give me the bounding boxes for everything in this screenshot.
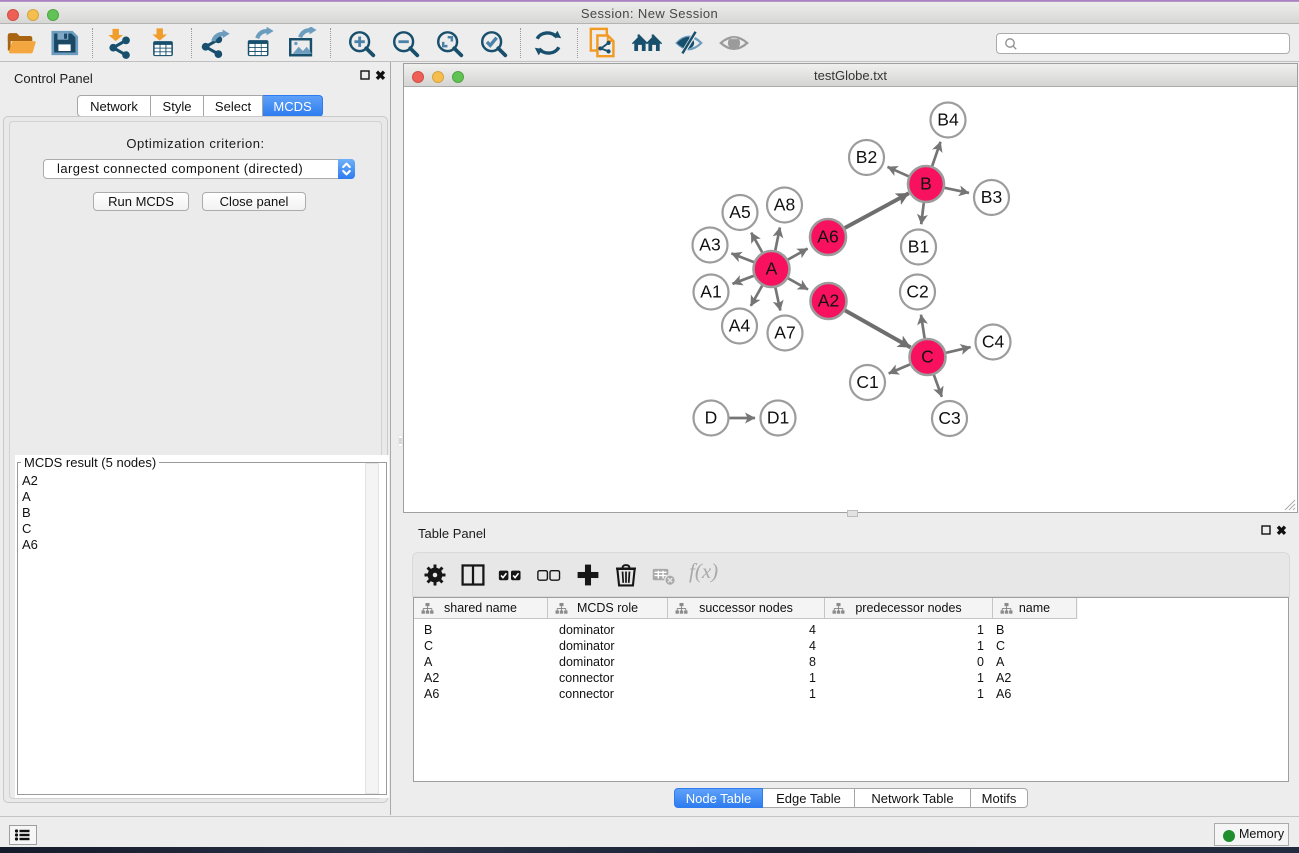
svg-text:A5: A5 [729,202,750,222]
svg-text:C: C [921,347,934,367]
svg-text:A6: A6 [817,227,838,247]
svg-text:A8: A8 [774,195,795,215]
svg-text:B3: B3 [981,187,1002,207]
svg-text:C2: C2 [906,282,928,302]
svg-text:C4: C4 [982,332,1005,352]
svg-text:D1: D1 [767,408,789,428]
svg-text:B: B [920,174,932,194]
svg-text:A7: A7 [774,323,795,343]
svg-text:A4: A4 [729,316,751,336]
svg-text:B4: B4 [937,110,959,130]
svg-text:D: D [705,408,718,428]
svg-text:B1: B1 [908,237,929,257]
svg-text:B2: B2 [856,147,877,167]
svg-text:A2: A2 [818,291,839,311]
svg-text:A3: A3 [699,235,720,255]
svg-text:A1: A1 [700,282,721,302]
svg-text:C3: C3 [938,408,960,428]
svg-text:C1: C1 [856,372,878,392]
svg-text:A: A [766,259,778,279]
